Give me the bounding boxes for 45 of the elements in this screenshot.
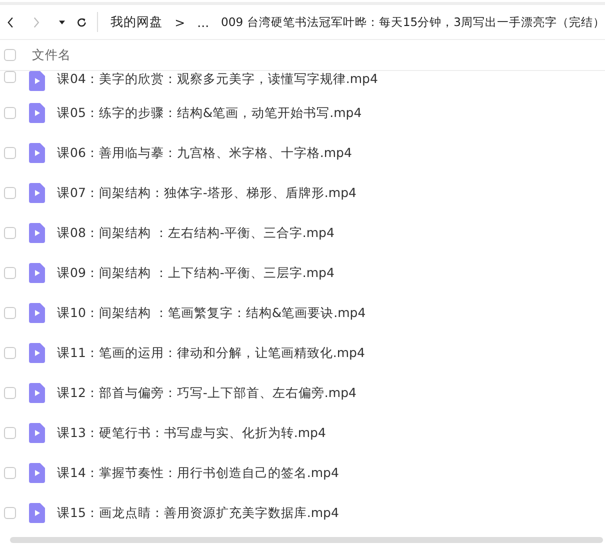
row-checkbox[interactable] — [4, 427, 16, 439]
select-all-checkbox[interactable] — [4, 49, 16, 61]
row-checkbox[interactable] — [4, 307, 16, 319]
file-name[interactable]: 课05：练字的步骤：结构&笔画，动笔开始书写.mp4 — [57, 104, 362, 122]
back-icon[interactable] — [7, 14, 14, 30]
row-checkbox[interactable] — [4, 147, 16, 159]
video-file-icon — [29, 343, 45, 363]
video-file-icon — [29, 223, 45, 243]
video-file-icon — [29, 263, 45, 283]
dropdown-icon[interactable] — [58, 20, 65, 24]
file-name[interactable]: 课11：笔画的运用：律动和分解，让笔画精致化.mp4 — [57, 344, 365, 362]
video-file-icon — [29, 71, 45, 91]
row-checkbox[interactable] — [4, 227, 16, 239]
file-name[interactable]: 课04：美字的欣赏：观察多元美字，读懂写字规律.mp4 — [57, 71, 378, 88]
video-file-icon — [29, 183, 45, 203]
video-file-icon — [29, 103, 45, 123]
video-file-icon — [29, 303, 45, 323]
video-file-icon — [29, 463, 45, 483]
row-checkbox[interactable] — [4, 187, 16, 199]
row-checkbox[interactable] — [4, 71, 16, 83]
row-checkbox[interactable] — [4, 467, 16, 479]
row-checkbox[interactable] — [4, 107, 16, 119]
breadcrumb-item[interactable]: > — [174, 14, 186, 30]
video-file-icon — [29, 143, 45, 163]
file-name[interactable]: 课14：掌握节奏性：用行书创造自己的签名.mp4 — [57, 464, 339, 482]
file-name[interactable]: 课13：硬笔行书：书写虚与实、化折为转.mp4 — [57, 424, 326, 442]
file-name[interactable]: 课12：部首与偏旁：巧写-上下部首、左右偏旁.mp4 — [57, 384, 356, 402]
breadcrumb-item[interactable]: 009 台湾硬笔书法冠军叶晔：每天15分钟，3周写出一手漂亮字（完结） — [221, 14, 605, 30]
breadcrumb-item[interactable]: ... — [197, 14, 210, 30]
row-checkbox[interactable] — [4, 507, 16, 519]
video-file-icon — [29, 383, 45, 403]
file-name[interactable]: 课15：画龙点睛：善用资源扩充美字数据库.mp4 — [57, 504, 339, 522]
column-header[interactable]: 文件名 — [32, 46, 71, 64]
file-name[interactable]: 课10：间架结构 ：笔画繁复字：结构&笔画要诀.mp4 — [57, 304, 366, 322]
file-name[interactable]: 课08：间架结构 ：左右结构-平衡、三合字.mp4 — [57, 224, 334, 242]
breadcrumb-item[interactable]: 我的网盘 — [110, 14, 163, 30]
file-name[interactable]: 课07：间架结构：独体字-塔形、梯形、盾牌形.mp4 — [57, 184, 356, 202]
row-checkbox[interactable] — [4, 347, 16, 359]
row-checkbox[interactable] — [4, 267, 16, 279]
video-file-icon — [29, 423, 45, 443]
file-name[interactable]: 课09：间架结构 ：上下结构-平衡、三层字.mp4 — [57, 264, 334, 282]
video-file-icon — [29, 503, 45, 523]
horizontal-scrollbar[interactable] — [10, 537, 603, 543]
file-name[interactable]: 课06：善用临与摹：九宫格、米字格、十字格.mp4 — [57, 144, 352, 162]
row-checkbox[interactable] — [4, 387, 16, 399]
